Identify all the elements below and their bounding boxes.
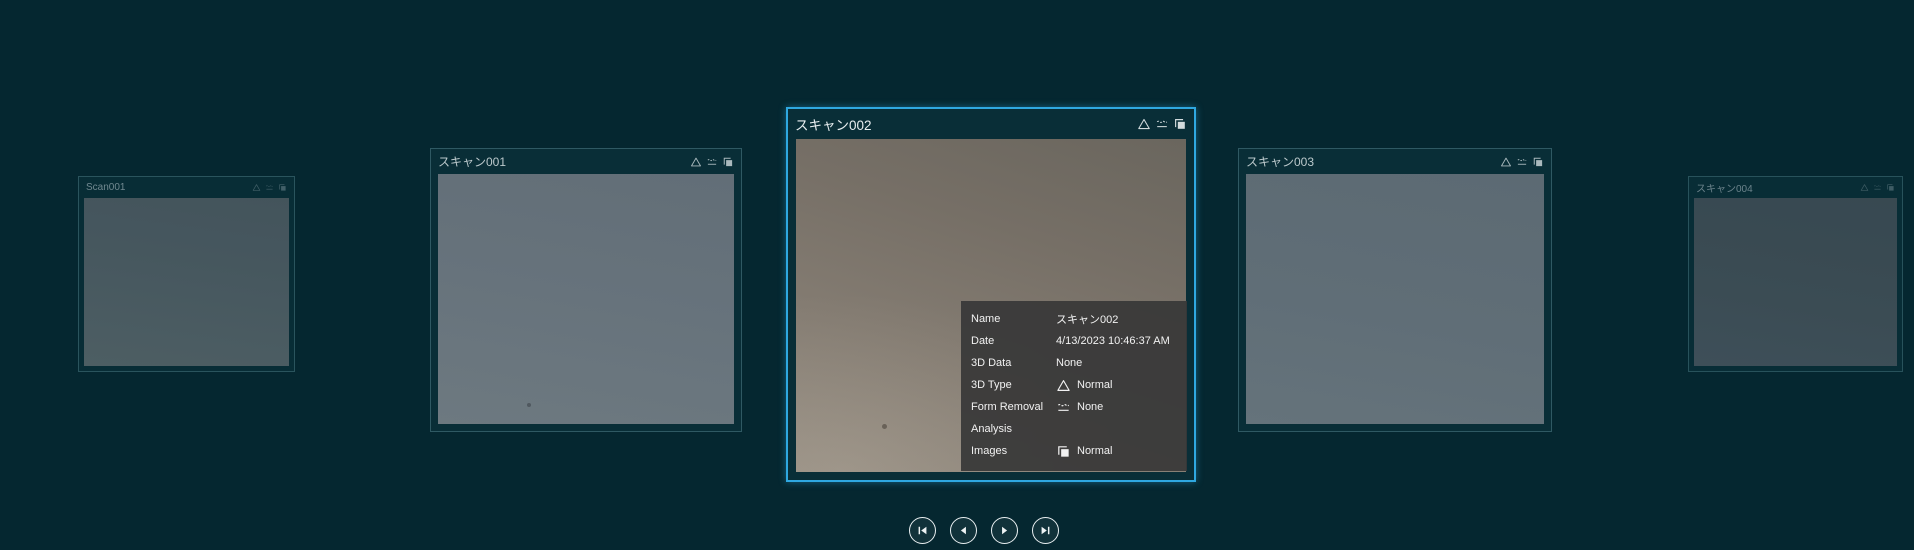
scan-status-icons [252, 183, 287, 192]
scan-card-header: スキャン002 [788, 109, 1194, 139]
info-label: 3D Data [971, 357, 1012, 369]
info-value: None [1056, 357, 1082, 369]
form-removal-icon [1155, 117, 1169, 131]
form-removal-icon [706, 156, 718, 168]
scan-card-title: Scan001 [86, 182, 126, 193]
info-label: Analysis [971, 423, 1012, 435]
scan-card-title: スキャン003 [1246, 155, 1315, 169]
scan-thumbnail [84, 198, 289, 366]
images-icon [1056, 444, 1071, 459]
skip-to-first-icon [916, 524, 929, 537]
carousel-navigation [909, 517, 1059, 544]
info-row-3d-data: 3D Data None [971, 352, 1177, 374]
scan-status-icons [690, 156, 734, 168]
scan-thumbnail [1694, 198, 1897, 366]
info-row-3d-type: 3D Type Normal [971, 374, 1177, 396]
scan-card-3[interactable]: スキャン003 [1238, 148, 1552, 432]
scan-card-2[interactable]: スキャン002 Name スキャン002 Date 4/13/2023 10:4… [786, 107, 1196, 482]
scan-card-header: スキャン004 [1689, 177, 1902, 198]
form-removal-icon [1516, 156, 1528, 168]
info-row-images: Images Normal [971, 440, 1177, 462]
info-value: Normal [1056, 378, 1112, 393]
scan-info-overlay: Name スキャン002 Date 4/13/2023 10:46:37 AM … [961, 301, 1187, 471]
info-value-text: None [1077, 401, 1104, 413]
3d-type-icon [1056, 378, 1071, 393]
info-value: Normal [1056, 444, 1112, 459]
scan-card-header: スキャン003 [1239, 149, 1551, 174]
info-value: 4/13/2023 10:46:37 AM [1056, 335, 1170, 347]
scan-card-header: Scan001 [79, 177, 294, 198]
form-removal-icon [265, 183, 274, 192]
images-icon [278, 183, 287, 192]
scan-card-4[interactable]: スキャン004 [1688, 176, 1903, 372]
info-value-text: スキャン002 [1056, 314, 1119, 326]
form-removal-icon [1873, 183, 1882, 192]
info-label: Images [971, 445, 1008, 457]
info-row-form-removal: Form Removal None [971, 396, 1177, 418]
scan-card-title: スキャン004 [1696, 184, 1753, 195]
scan-card-header: スキャン001 [431, 149, 741, 174]
info-label: Name [971, 313, 1001, 325]
images-icon [722, 156, 734, 168]
skip-to-last-button[interactable] [1032, 517, 1059, 544]
images-icon [1886, 183, 1895, 192]
info-value-text: 4/13/2023 10:46:37 AM [1056, 335, 1170, 347]
previous-icon [957, 524, 970, 537]
info-row-name: Name スキャン002 [971, 308, 1177, 330]
skip-to-first-button[interactable] [909, 517, 936, 544]
info-label: Form Removal [971, 401, 1044, 413]
scan-card-title: スキャン002 [795, 118, 872, 133]
scan-status-icons [1860, 183, 1895, 192]
3d-type-icon [690, 156, 702, 168]
3d-type-icon [1137, 117, 1151, 131]
previous-button[interactable] [950, 517, 977, 544]
info-value: スキャン002 [1056, 311, 1118, 327]
images-icon [1532, 156, 1544, 168]
scan-card-title: スキャン001 [438, 155, 507, 169]
form-removal-icon [1056, 400, 1071, 415]
3d-type-icon [252, 183, 261, 192]
scan-status-icons [1500, 156, 1544, 168]
info-value-text: None [1056, 357, 1083, 369]
skip-to-last-icon [1039, 524, 1052, 537]
info-row-analysis: Analysis [971, 418, 1177, 440]
next-icon [998, 524, 1011, 537]
info-label: 3D Type [971, 379, 1012, 391]
info-value: None [1056, 400, 1103, 415]
info-row-date: Date 4/13/2023 10:46:37 AM [971, 330, 1177, 352]
scan-status-icons [1137, 117, 1187, 131]
scan-card-0[interactable]: Scan001 [78, 176, 295, 372]
info-value-text: Normal [1077, 445, 1113, 457]
info-label: Date [971, 335, 995, 347]
3d-type-icon [1860, 183, 1869, 192]
scan-thumbnail [438, 174, 734, 424]
images-icon [1173, 117, 1187, 131]
info-value-text: Normal [1077, 379, 1113, 391]
scan-thumbnail [1246, 174, 1544, 424]
3d-type-icon [1500, 156, 1512, 168]
scan-card-1[interactable]: スキャン001 [430, 148, 742, 432]
next-button[interactable] [991, 517, 1018, 544]
